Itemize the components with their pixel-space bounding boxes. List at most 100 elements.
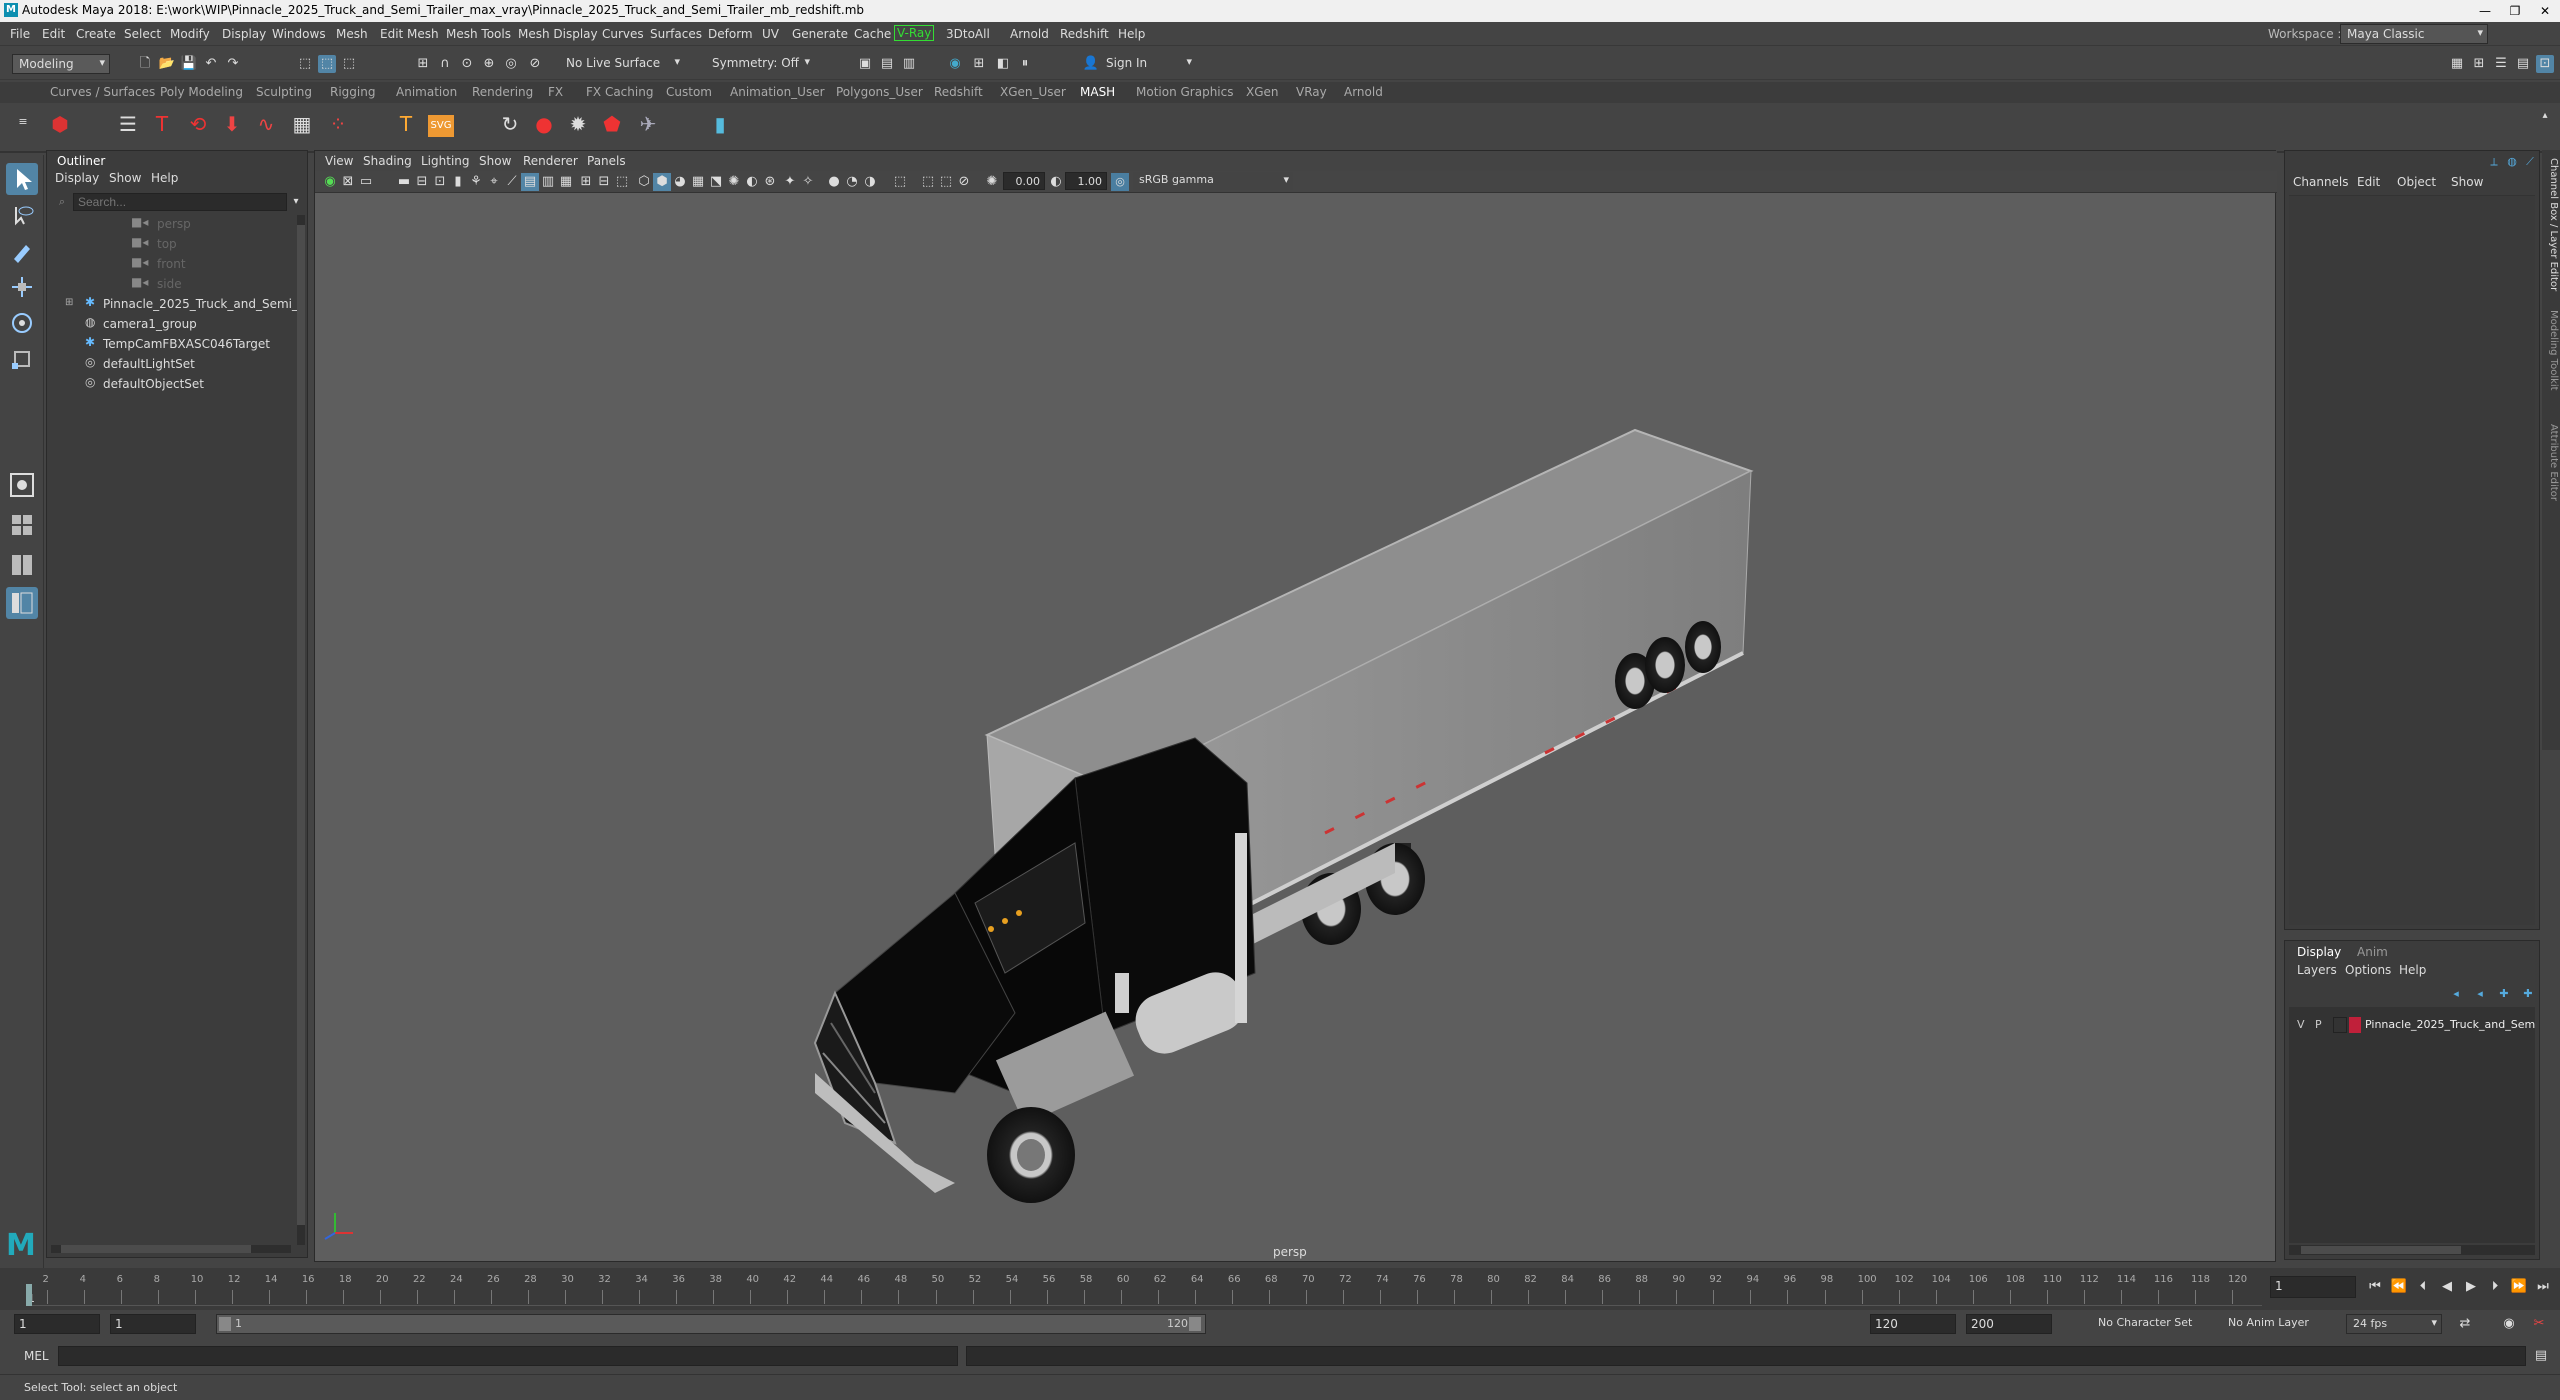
new-scene-icon[interactable]: 🗋 [136,55,154,73]
script-icon[interactable]: ▮ [708,114,732,139]
auto-key-icon[interactable]: ◉ [2500,1315,2518,1333]
viewport-menu-view[interactable]: View [325,154,353,168]
go-to-start-icon[interactable]: ⏮ [2366,1278,2384,1296]
mash-network-icon[interactable]: ⬢ [48,114,72,139]
camera-attributes-icon[interactable]: ◉ [321,173,339,191]
field-chart-icon[interactable]: ▦ [557,173,575,191]
default-material-icon[interactable]: ◕ [671,173,689,191]
svg-tool-icon[interactable]: SVG [428,115,454,137]
new-layer-icon[interactable]: ✚ [2495,985,2513,1003]
dynamics-icon[interactable]: ✹ [566,114,590,139]
menu-arnold[interactable]: Arnold [1010,27,1049,41]
side-tab-attribute-editor[interactable]: Attribute Editor [2543,424,2559,524]
menu-modify[interactable]: Modify [170,27,210,41]
mash-outliner-icon[interactable]: ☰ [116,114,140,139]
render-view-icon[interactable]: ◧ [994,55,1012,73]
wireframe-icon[interactable]: ▤ [521,173,539,191]
soft-select-icon[interactable] [6,469,38,501]
menu-surfaces[interactable]: Surfaces [650,27,702,41]
layer-editor-toggle-icon[interactable]: ◍ [2503,153,2521,171]
menu-redshift[interactable]: Redshift [1060,27,1109,41]
camera-select-icon[interactable]: ▬ [395,173,413,191]
outliner-menu-show[interactable]: Show [109,171,141,185]
snap-view-icon[interactable]: ⊕ [480,55,498,73]
ipr-render-icon[interactable]: ▥ [900,55,918,73]
menu-windows[interactable]: Windows [272,27,326,41]
move-tool-icon[interactable] [6,271,38,303]
new-layer-selected-icon[interactable]: ✚ [2519,985,2537,1003]
channel-menu-edit[interactable]: Edit [2357,175,2380,189]
side-tab-channel-box[interactable]: Channel Box / Layer Editor [2543,158,2559,298]
layers-scrollbar[interactable] [2289,1245,2535,1255]
layers-tab-display[interactable]: Display [2297,945,2341,959]
wireframe-mode-icon[interactable]: ⬚ [613,173,631,191]
exposure-field[interactable]: 0.00 [1003,172,1045,190]
time-slider[interactable]: 1246810121416182022242628303234363840424… [0,1268,2560,1310]
channel-menu-channels[interactable]: Channels [2293,175,2349,189]
animation-start-field[interactable]: 1 [14,1314,100,1334]
open-scene-icon[interactable]: 📂 [158,55,176,73]
playback-end-field[interactable]: 120 [1870,1314,1956,1334]
shelf-tab-xgen[interactable]: XGen [1246,85,1279,101]
both-toggle-icon[interactable]: ⟋ [2521,153,2539,171]
reset-icon[interactable]: ⊘ [955,173,973,191]
current-time-indicator[interactable] [26,1284,32,1306]
depth-of-field-icon[interactable]: ⬚ [891,173,909,191]
snap-grid-icon[interactable]: ⊞ [414,55,432,73]
close-button[interactable]: ✕ [2530,2,2560,20]
motion-blur-icon[interactable]: ◔ [843,173,861,191]
blob-icon[interactable]: ⬟ [600,114,624,139]
shelf-tab-fx-caching[interactable]: FX Caching [586,85,653,101]
snap-point-icon[interactable]: ⊙ [458,55,476,73]
four-view-layout-icon[interactable] [6,509,38,541]
restore-button[interactable]: ❐ [2500,2,2530,20]
film-gate-icon[interactable]: ⊡ [431,173,449,191]
image-plane-icon[interactable]: ▭ [357,173,375,191]
move-layer-down-icon[interactable]: ◂ [2471,985,2489,1003]
layer-row[interactable]: V P Pinnacle_2025_Truck_and_Sem [2289,1015,2535,1035]
grid-toggle-icon[interactable]: ⌖ [485,173,503,191]
play-backward-icon[interactable]: ◀ [2438,1278,2456,1296]
layers-menu-help[interactable]: Help [2399,963,2426,977]
shelf-tab-fx[interactable]: FX [548,85,563,101]
shelf-tab-xgen-user[interactable]: XGen_User [1000,85,1066,101]
download-icon[interactable]: ⬇ [220,114,244,139]
live-surface-dropdown[interactable]: No Live Surface [560,54,684,74]
shelf-scroll-icon[interactable]: ▴ [2536,107,2554,125]
menu-edit[interactable]: Edit [42,27,65,41]
xray-joints-icon[interactable]: ✧ [799,173,817,191]
gate-mask-icon[interactable]: ▥ [539,173,557,191]
shelf-tab-redshift[interactable]: Redshift [934,85,983,101]
ambient-occlusion-icon[interactable]: ⊛ [761,173,779,191]
make-live-icon[interactable]: ⊘ [526,55,544,73]
grease-pencil-icon[interactable]: ▮ [449,173,467,191]
layer-visibility-toggle[interactable]: V [2297,1018,2305,1031]
isolate-select-icon[interactable]: ● [825,173,843,191]
channel-editor-toggle-icon[interactable]: ▤ [2514,55,2532,73]
outliner-layout-icon[interactable] [6,587,38,619]
layer-playback-toggle[interactable]: P [2315,1018,2322,1031]
menu-mesh-tools[interactable]: Mesh Tools [446,27,511,41]
current-frame-field[interactable]: 1 [2270,1276,2356,1298]
step-back-key-icon[interactable]: ⏪ [2390,1278,2408,1296]
textured-icon[interactable]: ▦ [689,173,707,191]
resolution-gate-icon[interactable]: ⟋ [503,173,521,191]
lock-camera-icon[interactable]: ⊟ [413,173,431,191]
hud-icon[interactable]: ⬚ [919,173,937,191]
shelf-tab-rendering[interactable]: Rendering [472,85,533,101]
animation-end-field[interactable]: 200 [1966,1314,2052,1334]
menu-curves[interactable]: Curves [602,27,644,41]
colorspace-dropdown[interactable]: sRGB gamma [1133,172,1293,190]
range-slider-end-handle[interactable] [1189,1317,1201,1331]
select-component-icon[interactable]: ⬚ [340,55,358,73]
animation-prefs-icon[interactable]: ✂ [2530,1315,2548,1333]
menu-edit-mesh[interactable]: Edit Mesh [380,27,439,41]
playback-start-field[interactable]: 1 [110,1314,196,1334]
shadows-icon[interactable]: ◐ [743,173,761,191]
type-tool-icon[interactable]: T [394,114,418,139]
menu-cache[interactable]: Cache [854,27,891,41]
gamma-field[interactable]: 1.00 [1065,172,1107,190]
layers-tab-anim[interactable]: Anim [2357,945,2388,959]
render-settings-icon[interactable]: ◉ [946,55,964,73]
menu-uv[interactable]: UV [762,27,779,41]
